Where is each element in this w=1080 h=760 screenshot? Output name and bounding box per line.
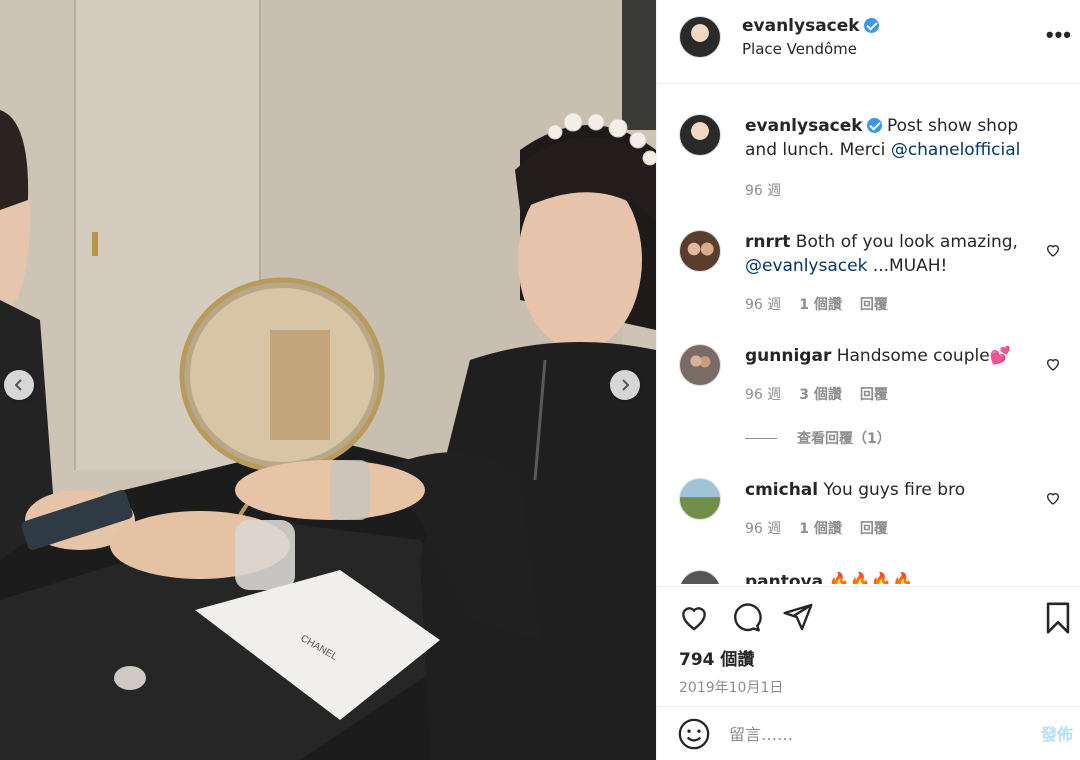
reply-button[interactable]: 回覆 — [860, 384, 888, 404]
comment-text: gunnigar Handsome couple💕 — [745, 344, 1045, 368]
author-avatar[interactable] — [679, 16, 721, 58]
comment-likes[interactable]: 3 個讚 — [799, 384, 842, 404]
comment-mention[interactable]: @evanlysacek — [745, 256, 867, 276]
like-comment-heart-icon[interactable] — [1045, 356, 1061, 372]
emoji-icon[interactable] — [677, 717, 711, 751]
comment-meta: 96 週 1 個讚 回覆 — [745, 294, 888, 314]
comment-body: You guys fire bro — [823, 480, 966, 500]
post-header: evanlysacek Place Vendôme ••• — [657, 0, 1080, 84]
comment-input[interactable] — [729, 721, 1019, 747]
view-replies-button[interactable]: 查看回覆（1） — [745, 428, 891, 448]
author-username-text[interactable]: evanlysacek — [742, 16, 860, 36]
post-comment-button[interactable]: 發佈 — [1041, 721, 1073, 745]
comment-meta: 96 週 3 個讚 回覆 — [745, 384, 888, 404]
caption-time[interactable]: 96 週 — [745, 180, 781, 200]
comment-username[interactable]: gunnigar — [745, 346, 831, 366]
comment-time[interactable]: 96 週 — [745, 384, 781, 404]
comment-composer: 發佈 — [657, 706, 1080, 760]
comment-username[interactable]: cmichal — [745, 480, 818, 500]
caption-mention[interactable]: @chanelofficial — [891, 140, 1021, 160]
like-comment-heart-icon[interactable] — [1045, 490, 1061, 506]
post-location[interactable]: Place Vendôme — [742, 40, 857, 58]
commenter-avatar[interactable] — [679, 570, 721, 584]
comment-body: Handsome couple💕 — [836, 346, 1011, 366]
share-icon[interactable] — [781, 601, 815, 633]
more-options-button[interactable]: ••• — [1046, 22, 1072, 48]
comment-text: pantoya 🔥🔥🔥🔥 — [745, 570, 1045, 584]
caption-avatar[interactable] — [679, 114, 721, 156]
author-username[interactable]: evanlysacek — [742, 16, 879, 36]
likes-count[interactable]: 794 個讚 — [679, 645, 754, 670]
verified-badge-icon — [866, 118, 882, 133]
comment-text: rnrrt Both of you look amazing, @evanlys… — [745, 230, 1045, 278]
comment-meta: 96 週 1 個讚 回覆 — [745, 518, 888, 538]
commenter-avatar[interactable] — [679, 230, 721, 272]
comment-time[interactable]: 96 週 — [745, 518, 781, 538]
caption-meta: 96 週 — [745, 180, 781, 200]
photo-scene: CHANEL — [0, 0, 656, 760]
post-photo[interactable]: CHANEL — [0, 0, 656, 760]
post-details-panel: evanlysacek Place Vendôme ••• evanlysace… — [656, 0, 1080, 760]
comment-body: 🔥🔥🔥🔥 — [828, 572, 914, 584]
next-photo-button[interactable] — [610, 370, 640, 400]
post-actions: 794 個讚 2019年10月1日 — [657, 586, 1080, 706]
replies-divider — [745, 437, 777, 439]
commenter-avatar[interactable] — [679, 344, 721, 386]
verified-badge-icon — [863, 18, 879, 33]
commenter-avatar[interactable] — [679, 478, 721, 520]
comment-likes[interactable]: 1 個讚 — [799, 294, 842, 314]
comment-likes[interactable]: 1 個讚 — [799, 518, 842, 538]
bookmark-icon[interactable] — [1043, 601, 1073, 635]
reply-button[interactable]: 回覆 — [860, 518, 888, 538]
comment-username[interactable]: rnrrt — [745, 232, 790, 252]
heart-icon[interactable] — [677, 601, 711, 633]
caption-username[interactable]: evanlysacek — [745, 116, 863, 136]
view-replies-label[interactable]: 查看回覆（1） — [797, 428, 891, 448]
post-date[interactable]: 2019年10月1日 — [679, 677, 783, 697]
comment-text: cmichal You guys fire bro — [745, 478, 1045, 502]
chevron-right-icon — [622, 379, 630, 391]
previous-photo-button[interactable] — [4, 370, 34, 400]
reply-button[interactable]: 回覆 — [860, 294, 888, 314]
comment-body-end: ...MUAH! — [867, 256, 948, 276]
caption-text: evanlysacek Post show shop and lunch. Me… — [745, 114, 1045, 162]
comment-time[interactable]: 96 週 — [745, 294, 781, 314]
comment-username[interactable]: pantoya — [745, 572, 823, 584]
comments-list[interactable]: evanlysacek Post show shop and lunch. Me… — [657, 84, 1080, 584]
chevron-left-icon — [14, 379, 22, 391]
like-comment-heart-icon[interactable] — [1045, 242, 1061, 258]
comment-icon[interactable] — [729, 601, 763, 633]
comment-body: Both of you look amazing, — [795, 232, 1018, 252]
